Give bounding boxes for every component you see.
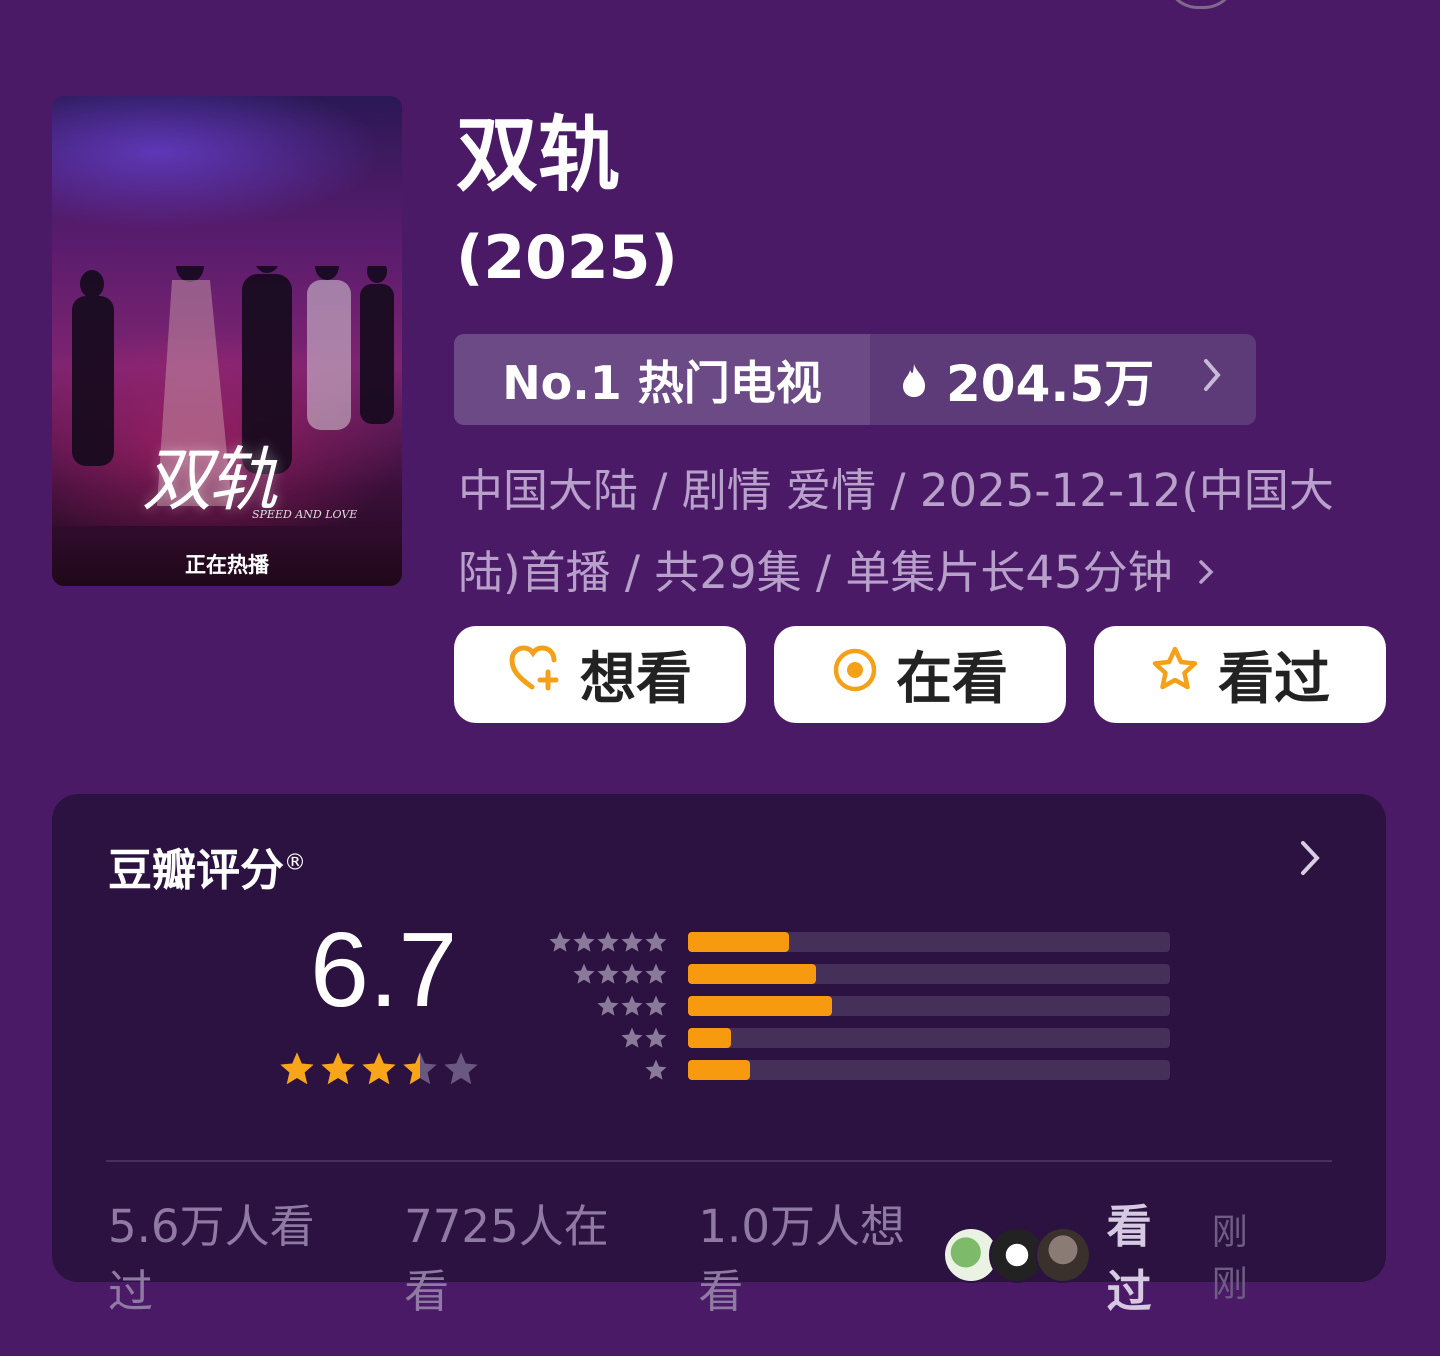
distribution-track (687, 996, 1170, 1016)
distribution-stars (530, 962, 668, 986)
star-icon (321, 1052, 355, 1085)
doing-label: 在看 (896, 647, 1008, 712)
star-icon (621, 963, 643, 984)
distribution-track (687, 1028, 1170, 1048)
star-icon (280, 1052, 314, 1085)
friends-time: 刚刚 (1211, 1212, 1248, 1305)
star-icon (621, 1027, 643, 1048)
star-icon (597, 995, 619, 1016)
distribution-stars (530, 1058, 668, 1082)
show-year: (2025) (456, 223, 678, 293)
star-icon (645, 995, 667, 1016)
distribution-bar (687, 996, 833, 1016)
star-icon (597, 963, 619, 984)
show-title: 双轨 (456, 108, 621, 203)
divider (106, 1160, 1332, 1162)
distribution-row (530, 990, 1170, 1022)
chevron-right-icon[interactable] (1298, 838, 1322, 882)
want-to-watch-button[interactable]: 想看 (454, 626, 746, 723)
show-meta-info[interactable]: 中国大陆 / 剧情 爱情 / 2025-12-12(中国大陆)首播 / 共29集… (458, 450, 1378, 618)
distribution-bar (687, 964, 816, 984)
star-icon (645, 963, 667, 984)
distribution-row (530, 958, 1170, 990)
star-icon (444, 1052, 478, 1085)
rating-title-text: 豆瓣评分 (108, 845, 284, 896)
poster-art-subtitle: SPEED AND LOVE (252, 508, 358, 521)
heart-plus-icon (508, 642, 580, 707)
watching-count[interactable]: 7725人在看 (404, 1190, 640, 1320)
target-icon (832, 642, 896, 707)
star-icon (645, 931, 667, 952)
distribution-row (530, 926, 1170, 958)
friends-action: 看过 (1106, 1200, 1152, 1318)
ranking-pill[interactable]: No.1 热门电视 204.5万 (454, 334, 1256, 425)
star-icon (403, 1052, 437, 1085)
audience-stats: 5.6万人看过 7725人在看 1.0万人想看 看过 刚刚 (108, 1190, 1338, 1320)
rating-card: 豆瓣评分® 6.7 5.6万人看过 7725人在看 1.0万人想看 看过 刚刚 (52, 794, 1386, 1318)
heat-value: 204.5万 (946, 354, 1155, 413)
star-icon (549, 931, 571, 952)
star-icon (597, 931, 619, 952)
distribution-stars (530, 994, 668, 1018)
star-icon (645, 1059, 667, 1080)
poster-image[interactable]: 双轨 SPEED AND LOVE 正在热播 (52, 96, 402, 586)
poster-tag: 正在热播 (185, 553, 269, 577)
want-label: 想看 (580, 647, 692, 712)
star-icon (573, 963, 595, 984)
registered-mark: ® (284, 850, 306, 876)
profile-avatar-edge[interactable] (1165, 0, 1237, 9)
rating-score: 6.7 (310, 911, 458, 1029)
heat-section: 204.5万 (870, 334, 1256, 425)
star-icon (621, 995, 643, 1016)
watching-button[interactable]: 在看 (774, 626, 1066, 723)
star-outline-icon (1150, 642, 1218, 707)
chevron-right-icon (1202, 357, 1222, 403)
distribution-bar (687, 932, 790, 952)
watched-button[interactable]: 看过 (1094, 626, 1386, 723)
rating-stars (278, 1050, 483, 1088)
distribution-stars (530, 930, 668, 954)
watched-count[interactable]: 5.6万人看过 (108, 1190, 346, 1320)
friend-avatars[interactable] (942, 1227, 1091, 1283)
poster-glow (52, 96, 402, 236)
distribution-bar (687, 1060, 751, 1080)
distribution-bar (687, 1028, 732, 1048)
distribution-track (687, 964, 1170, 984)
wanting-count[interactable]: 1.0万人想看 (698, 1190, 936, 1320)
chevron-right-icon (1197, 557, 1215, 597)
distribution-track (687, 932, 1170, 952)
avatar (1034, 1227, 1091, 1283)
rating-distribution (530, 926, 1170, 1086)
done-label: 看过 (1218, 647, 1330, 712)
star-icon (645, 1027, 667, 1048)
distribution-track (687, 1060, 1170, 1080)
distribution-stars (530, 1026, 668, 1050)
star-icon (362, 1052, 396, 1085)
rating-title[interactable]: 豆瓣评分® (108, 834, 306, 898)
rank-label: No.1 热门电视 (454, 334, 870, 425)
flame-icon (896, 362, 932, 398)
distribution-row (530, 1022, 1170, 1054)
star-icon (573, 931, 595, 952)
star-icon (621, 931, 643, 952)
distribution-row (530, 1054, 1170, 1086)
